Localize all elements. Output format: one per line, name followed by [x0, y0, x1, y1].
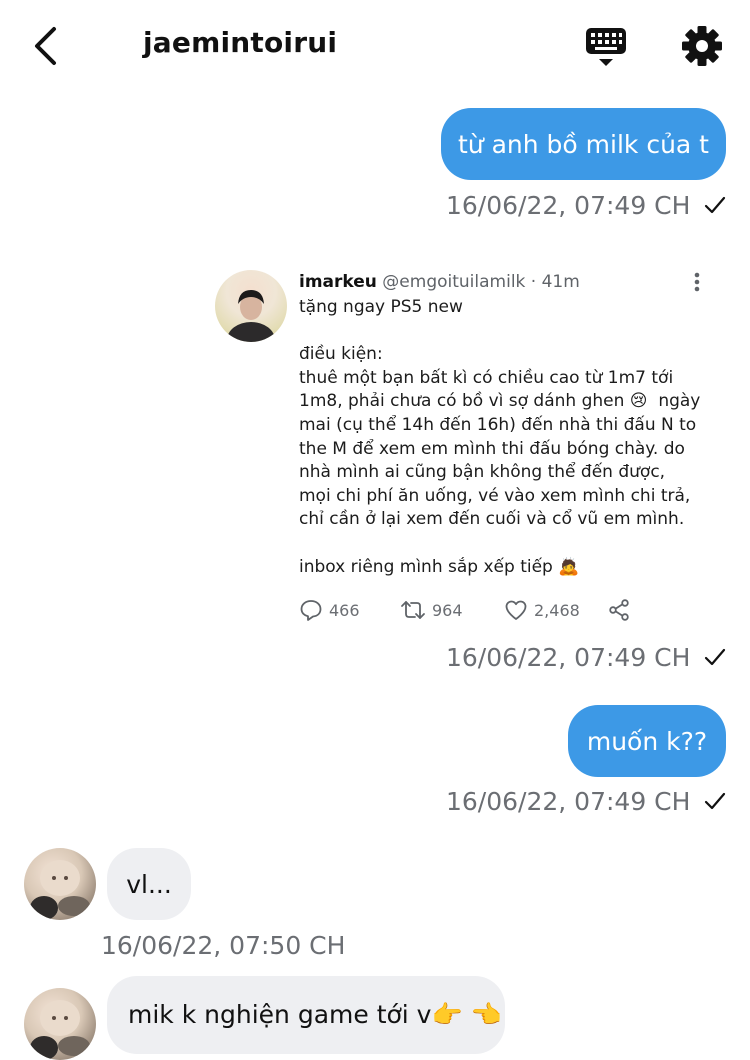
timestamp-text: 16/06/22, 07:49 CH	[446, 786, 691, 816]
timestamp-text: 16/06/22, 07:49 CH	[446, 642, 691, 672]
message-timestamp: 16/06/22, 07:50 CH	[101, 928, 345, 962]
timestamp-text: 16/06/22, 07:50 CH	[101, 930, 346, 960]
check-icon	[705, 792, 726, 810]
tweet-share-button[interactable]	[607, 596, 637, 624]
timestamp-text: 16/06/22, 07:49 CH	[446, 190, 691, 220]
chevron-left-icon	[35, 27, 56, 65]
tweet-author-avatar[interactable]	[215, 270, 287, 342]
outgoing-message-bubble[interactable]: từ anh bồ milk của t	[441, 108, 726, 180]
keyboard-icon	[586, 28, 626, 66]
tweet-more-button[interactable]	[688, 270, 706, 296]
conversation-title: jaemintoirui	[143, 26, 338, 59]
tweet-retweet-button[interactable]: 964	[400, 596, 463, 624]
sender-avatar[interactable]	[24, 988, 96, 1060]
retweet-count: 964	[432, 600, 463, 620]
message-timestamp: 16/06/22, 07:49 CH	[446, 640, 726, 674]
reply-count: 466	[329, 600, 360, 620]
heart-icon	[505, 600, 527, 620]
tweet-header: imarkeu @emgoituilamilk · 41m	[299, 272, 580, 292]
reply-icon	[300, 600, 322, 621]
settings-button[interactable]	[678, 22, 726, 70]
message-timestamp: 16/06/22, 07:49 CH	[446, 188, 726, 222]
tweet-time: · 41m	[530, 272, 580, 292]
retweet-icon	[401, 601, 425, 619]
share-icon	[609, 599, 629, 621]
more-vertical-icon	[694, 272, 700, 292]
like-count: 2,468	[534, 600, 580, 620]
tweet-author-name[interactable]: imarkeu	[299, 272, 377, 292]
keyboard-button[interactable]	[582, 24, 630, 72]
check-icon	[705, 196, 726, 214]
back-button[interactable]	[24, 22, 68, 70]
incoming-message-bubble[interactable]: vl...	[107, 848, 191, 920]
check-icon	[705, 648, 726, 666]
outgoing-message-bubble[interactable]: muốn k??	[568, 705, 726, 777]
sender-avatar[interactable]	[24, 848, 96, 920]
tweet-author-handle[interactable]: @emgoituilamilk	[382, 272, 525, 292]
tweet-like-button[interactable]: 2,468	[504, 596, 580, 624]
tweet-text: tặng ngay PS5 new điều kiện: thuê một bạ…	[299, 297, 701, 577]
message-timestamp: 16/06/22, 07:49 CH	[446, 784, 726, 818]
tweet-reply-button[interactable]: 466	[299, 596, 360, 624]
gear-icon	[682, 26, 722, 66]
incoming-message-bubble[interactable]: mik k nghiện game tới v👉 👈	[107, 976, 505, 1054]
